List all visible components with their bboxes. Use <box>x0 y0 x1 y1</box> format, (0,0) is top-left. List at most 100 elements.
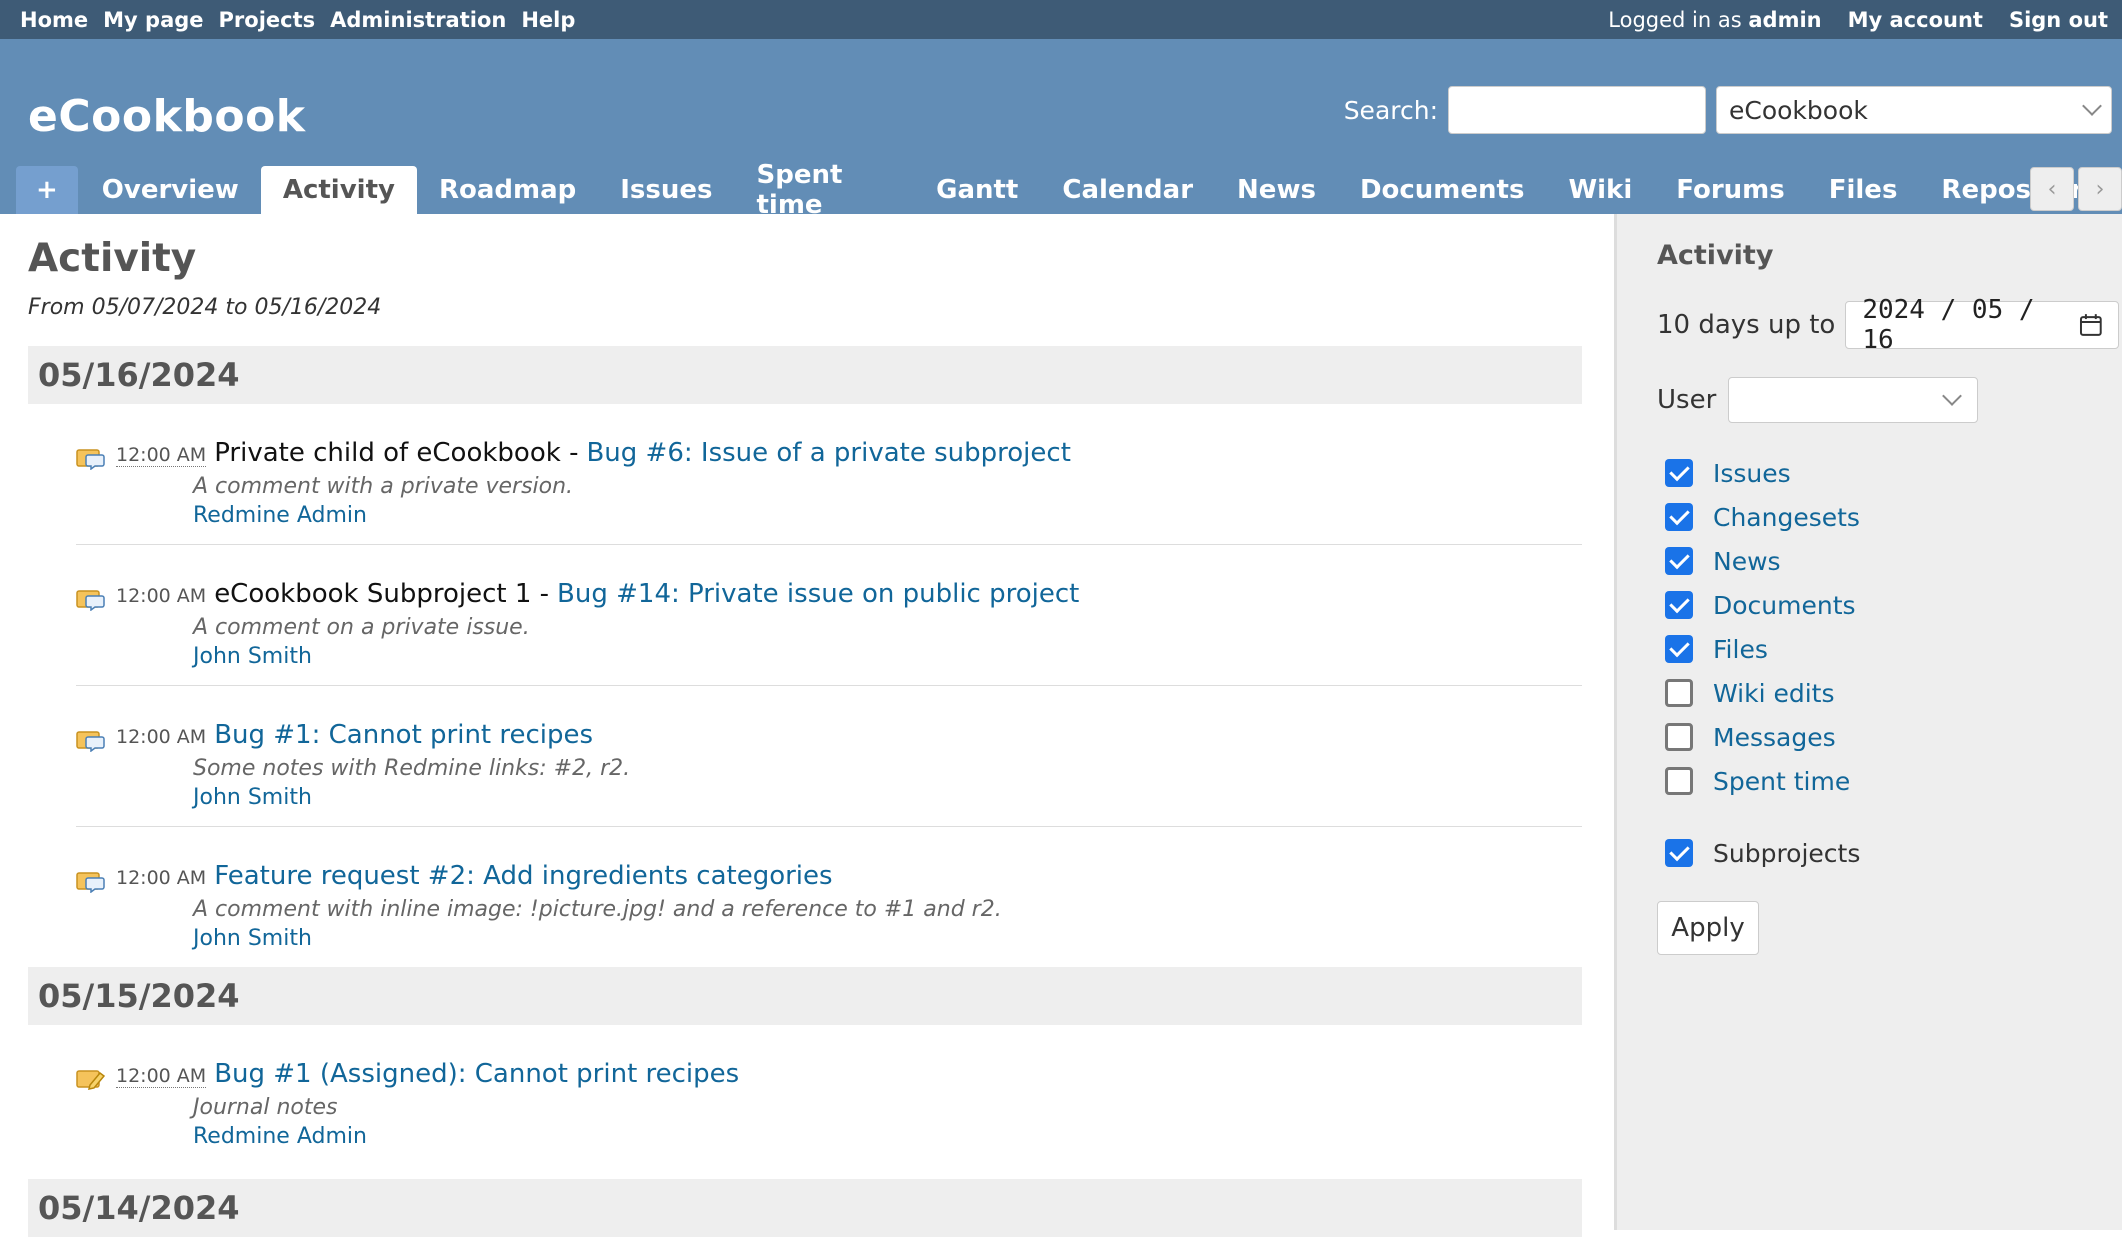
event-link[interactable]: Bug #14: Private issue on public project <box>557 579 1079 609</box>
top-link-help[interactable]: Help <box>521 8 575 32</box>
filter-files[interactable]: Files <box>1657 627 2122 671</box>
filter-wiki-edits[interactable]: Wiki edits <box>1657 671 2122 715</box>
event-time: 12:00 AM <box>116 867 207 889</box>
project-title[interactable]: eCookbook <box>28 91 306 142</box>
calendar-icon[interactable] <box>2079 313 2103 337</box>
logged-in-as: Logged in as admin <box>1608 7 1822 32</box>
tab-spent-time[interactable]: Spent time <box>735 160 915 220</box>
checkbox-checked[interactable] <box>1665 839 1693 867</box>
filter-messages[interactable]: Messages <box>1657 715 2122 759</box>
user-filter: User <box>1657 377 2122 423</box>
event-author-link[interactable]: John Smith <box>193 644 1582 669</box>
filter-subprojects[interactable]: Subprojects <box>1657 831 2122 875</box>
tab-roadmap[interactable]: Roadmap <box>417 166 598 214</box>
event-time: 12:00 AM <box>116 444 207 467</box>
tab-news[interactable]: News <box>1215 166 1338 214</box>
apply-button[interactable]: Apply <box>1657 901 1759 955</box>
days-filter: 10 days up to 2024 / 05 / 16 <box>1657 295 2122 355</box>
event-link[interactable]: Bug #1: Cannot print recipes <box>214 720 593 750</box>
search-label: Search: <box>1343 95 1438 125</box>
filter-documents[interactable]: Documents <box>1657 583 2122 627</box>
user-select[interactable] <box>1728 377 1979 423</box>
checkbox-unchecked[interactable] <box>1665 723 1693 751</box>
header: eCookbook Search: eCookbook + Overview A… <box>0 39 2122 220</box>
event-title: 12:00 AM Private child of eCookbook - Bu… <box>116 438 1582 468</box>
event-author-link[interactable]: Redmine Admin <box>193 1124 1582 1149</box>
event-list: 12:00 AM Bug #1 (Assigned): Cannot print… <box>28 1025 1582 1179</box>
project-jump-value: eCookbook <box>1729 95 1868 125</box>
page-title: Activity <box>28 236 197 281</box>
user-label: User <box>1657 385 1717 415</box>
event-title: 12:00 AM Bug #1: Cannot print recipes <box>116 720 1582 750</box>
activity-event: 12:00 AM eCookbook Subproject 1 - Bug #1… <box>76 545 1582 686</box>
sidebar-title: Activity <box>1657 240 1774 271</box>
my-account-link[interactable]: My account <box>1848 8 1983 32</box>
event-description: A comment with inline image: !picture.jp… <box>193 897 1002 922</box>
tab-files[interactable]: Files <box>1807 166 1920 214</box>
top-menu-links: Home My page Projects Administration Hel… <box>20 8 575 32</box>
event-author-link[interactable]: John Smith <box>193 785 1582 810</box>
tab-forums[interactable]: Forums <box>1654 166 1806 214</box>
chevron-down-icon <box>1942 386 1963 406</box>
days-label: 10 days up to <box>1657 310 1836 340</box>
filter-news[interactable]: News <box>1657 539 2122 583</box>
top-link-projects[interactable]: Projects <box>219 8 316 32</box>
event-time: 12:00 AM <box>116 1065 207 1088</box>
event-link[interactable]: Feature request #2: Add ingredients cate… <box>214 861 832 891</box>
checkbox-checked[interactable] <box>1665 547 1693 575</box>
tab-gantt[interactable]: Gantt <box>914 166 1040 214</box>
issue-note-icon <box>76 731 105 752</box>
event-description: Journal notes <box>193 1095 338 1120</box>
event-description: Some notes with Redmine links: #2, r2. <box>193 756 631 781</box>
tab-activity[interactable]: Activity <box>260 166 417 214</box>
main-menu: + Overview Activity Roadmap Issues Spent… <box>16 160 2122 220</box>
chevron-left-icon: ‹ <box>2047 176 2057 202</box>
top-link-home[interactable]: Home <box>20 8 88 32</box>
top-link-administration[interactable]: Administration <box>330 8 506 32</box>
event-title: 12:00 AM eCookbook Subproject 1 - Bug #1… <box>116 579 1582 609</box>
chevron-right-icon: › <box>2095 176 2105 202</box>
tab-calendar[interactable]: Calendar <box>1040 166 1215 214</box>
checkbox-checked[interactable] <box>1665 459 1693 487</box>
scroll-left-button[interactable]: ‹ <box>2030 167 2074 211</box>
tab-scroll-controls: ‹ › <box>2030 167 2122 211</box>
event-author-link[interactable]: John Smith <box>193 926 1582 951</box>
filter-changesets[interactable]: Changesets <box>1657 495 2122 539</box>
current-user-link[interactable]: admin <box>1748 8 1821 32</box>
checkbox-checked[interactable] <box>1665 503 1693 531</box>
event-time: 12:00 AM <box>116 726 207 748</box>
event-project: eCookbook Subproject 1 - <box>214 579 550 609</box>
event-link[interactable]: Bug #1 (Assigned): Cannot print recipes <box>214 1059 739 1089</box>
checkbox-unchecked[interactable] <box>1665 767 1693 795</box>
sign-out-link[interactable]: Sign out <box>2009 8 2108 32</box>
event-author-link[interactable]: Redmine Admin <box>193 503 1582 528</box>
checkbox-unchecked[interactable] <box>1665 679 1693 707</box>
content: Activity From 05/07/2024 to 05/16/2024 0… <box>0 214 1614 1237</box>
event-time: 12:00 AM <box>116 585 207 607</box>
tab-issues[interactable]: Issues <box>598 166 734 214</box>
account-area: Logged in as admin My account Sign out <box>1608 8 2108 32</box>
project-jump-select[interactable]: eCookbook <box>1716 86 2112 134</box>
day-header: 05/14/2024 <box>28 1179 1582 1237</box>
tab-documents[interactable]: Documents <box>1338 166 1547 214</box>
issue-note-icon <box>76 872 105 893</box>
tab-new-object[interactable]: + <box>16 166 78 214</box>
top-link-my-page[interactable]: My page <box>103 8 203 32</box>
tab-overview[interactable]: Overview <box>80 166 261 214</box>
quick-search: Search: eCookbook <box>1344 86 2112 134</box>
filter-issues[interactable]: Issues <box>1657 451 2122 495</box>
main-wrapper: Activity From 05/07/2024 to 05/16/2024 0… <box>0 214 2122 1237</box>
event-description: A comment with a private version. <box>193 474 574 499</box>
tab-wiki[interactable]: Wiki <box>1546 166 1654 214</box>
date-input[interactable]: 2024 / 05 / 16 <box>1845 295 2120 355</box>
checkbox-checked[interactable] <box>1665 591 1693 619</box>
event-title: 12:00 AM Bug #1 (Assigned): Cannot print… <box>116 1059 1582 1089</box>
activity-event: 12:00 AM Bug #1 (Assigned): Cannot print… <box>76 1025 1582 1179</box>
scroll-right-button[interactable]: › <box>2078 167 2122 211</box>
event-link[interactable]: Bug #6: Issue of a private subproject <box>586 438 1070 468</box>
activity-event: 12:00 AM Feature request #2: Add ingredi… <box>76 827 1582 967</box>
filter-spent-time[interactable]: Spent time <box>1657 759 2122 803</box>
search-input[interactable] <box>1448 86 1706 134</box>
checkbox-checked[interactable] <box>1665 635 1693 663</box>
issue-note-icon <box>76 449 105 470</box>
